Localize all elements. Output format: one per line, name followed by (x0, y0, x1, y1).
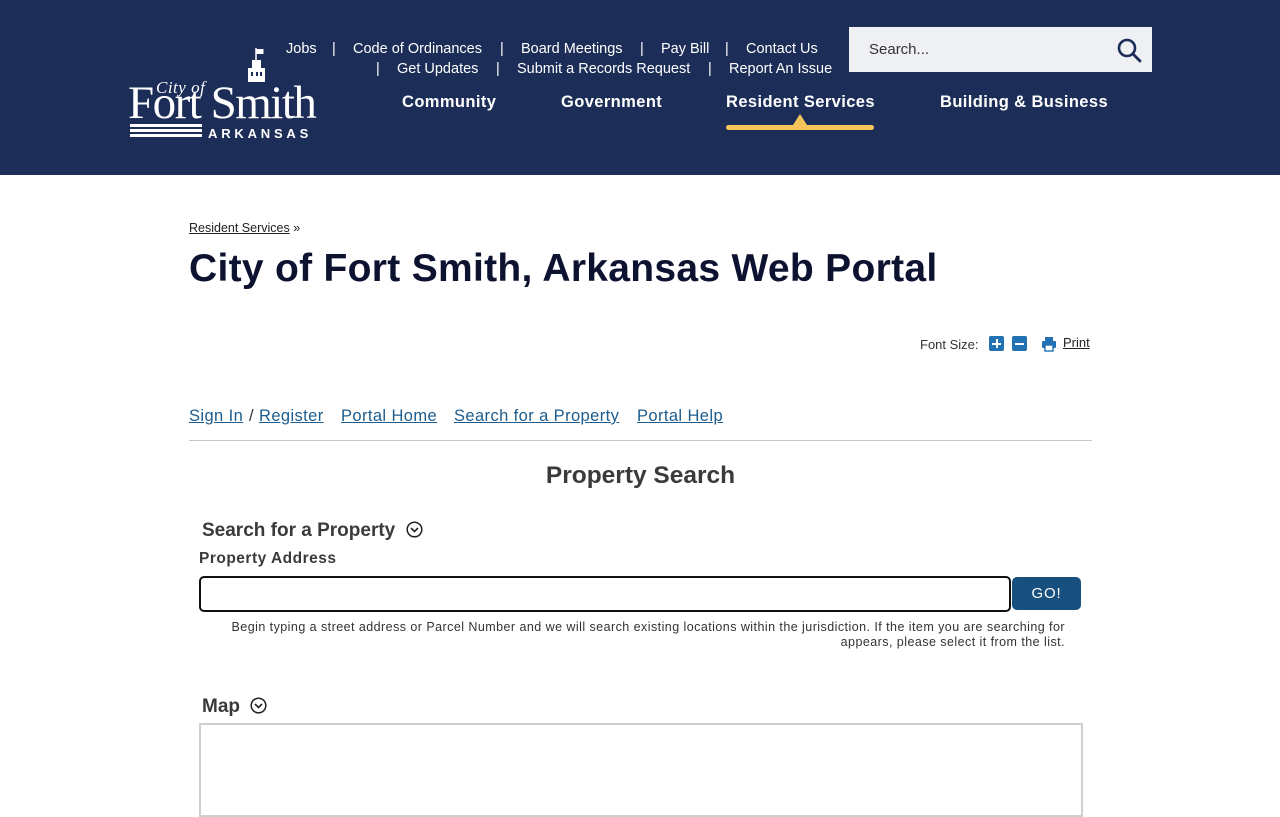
util-separator: | (332, 41, 336, 57)
util-link-report-issue[interactable]: Report An Issue (729, 61, 832, 77)
breadcrumb: Resident Services » (189, 221, 300, 235)
printer-icon[interactable] (1041, 336, 1057, 352)
go-button[interactable]: GO! (1012, 577, 1081, 610)
map-section-header[interactable]: Map (202, 696, 267, 718)
chevron-down-circle-icon[interactable] (250, 697, 267, 714)
util-link-ordinances[interactable]: Code of Ordinances (353, 41, 482, 57)
util-separator: | (376, 61, 380, 77)
site-search (849, 27, 1152, 72)
portal-home-link[interactable]: Portal Home (341, 407, 437, 426)
site-header: City of Fort Smith ARKANSAS Jobs | Code … (0, 0, 1280, 175)
active-nav-indicator (726, 125, 874, 130)
nav-building-business[interactable]: Building & Business (940, 93, 1108, 112)
nav-community[interactable]: Community (402, 93, 496, 112)
print-link[interactable]: Print (1063, 335, 1090, 350)
nav-resident-services[interactable]: Resident Services (726, 93, 875, 112)
util-link-board-meetings[interactable]: Board Meetings (521, 41, 623, 57)
chevron-down-circle-icon[interactable] (405, 521, 423, 538)
register-link[interactable]: Register (259, 407, 324, 426)
font-increase-icon[interactable] (989, 336, 1004, 351)
breadcrumb-separator: » (293, 221, 301, 235)
util-separator: | (725, 41, 729, 57)
sign-in-link[interactable]: Sign In (189, 407, 243, 426)
util-separator: | (640, 41, 644, 57)
portal-nav-slash: / (249, 407, 254, 425)
util-separator: | (496, 61, 500, 77)
search-icon[interactable] (1116, 37, 1142, 63)
site-search-input[interactable] (849, 27, 1119, 72)
page-title: City of Fort Smith, Arkansas Web Portal (189, 247, 938, 290)
util-link-get-updates[interactable]: Get Updates (397, 61, 478, 77)
address-help-text: Begin typing a street address or Parcel … (231, 620, 1065, 649)
logo-city-name: Fort Smith (128, 77, 317, 129)
map-section-title: Map (202, 696, 240, 717)
font-size-label: Font Size: (920, 337, 979, 352)
nav-government[interactable]: Government (561, 93, 662, 112)
divider (189, 440, 1092, 441)
search-property-link[interactable]: Search for a Property (454, 407, 619, 426)
fort-smith-logo[interactable]: City of Fort Smith ARKANSAS (128, 48, 323, 141)
util-link-jobs[interactable]: Jobs (286, 41, 317, 57)
breadcrumb-resident-services[interactable]: Resident Services (189, 221, 290, 235)
util-separator: | (708, 61, 712, 77)
util-link-records-request[interactable]: Submit a Records Request (517, 61, 690, 77)
util-link-contact[interactable]: Contact Us (746, 41, 818, 57)
logo-state: ARKANSAS (208, 126, 313, 141)
property-address-label: Property Address (199, 550, 337, 567)
portal-help-link[interactable]: Portal Help (637, 407, 723, 426)
search-section-title: Search for a Property (202, 520, 396, 541)
util-separator: | (500, 41, 504, 57)
logo-stripes (130, 124, 202, 138)
util-link-pay-bill[interactable]: Pay Bill (661, 41, 709, 57)
font-decrease-icon[interactable] (1012, 336, 1027, 351)
active-nav-caret (793, 114, 807, 125)
property-search-title: Property Search (545, 462, 736, 489)
property-address-input[interactable] (199, 576, 1011, 612)
map-container[interactable] (199, 723, 1083, 817)
search-section-header[interactable]: Search for a Property (202, 520, 423, 542)
